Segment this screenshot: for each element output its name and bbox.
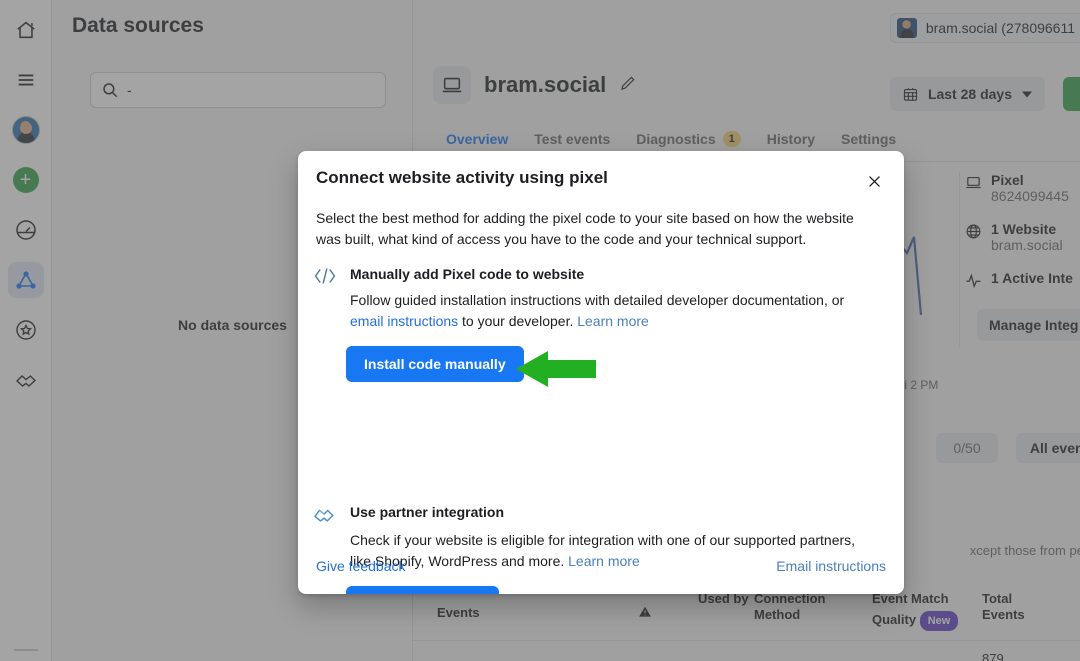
learn-more-link[interactable]: Learn more [577,313,649,329]
option-title: Manually add Pixel code to website [350,266,584,282]
option-header: Use partner integration [312,504,892,525]
dialog-title: Connect website activity using pixel [316,168,608,188]
option-manual-install: Manually add Pixel code to website Follo… [312,266,892,382]
email-instructions-footer-link[interactable]: Email instructions [776,558,886,574]
give-feedback-link[interactable]: Give feedback [316,558,406,574]
email-instructions-link[interactable]: email instructions [350,313,458,329]
option-description: Follow guided installation instructions … [350,290,878,332]
connect-website-activity-dialog: Connect website activity using pixel Sel… [298,151,904,594]
dialog-intro-text: Select the best method for adding the pi… [316,208,876,250]
close-icon[interactable] [858,165,890,197]
desc-part-2: to your developer. [458,313,577,329]
install-code-manually-button[interactable]: Install code manually [346,346,524,382]
app-root: + [0,0,1080,661]
option-title: Use partner integration [350,504,504,520]
desc-part-1: Follow guided installation instructions … [350,292,844,308]
dialog-footer: Give feedback Email instructions [298,538,904,594]
option-header: Manually add Pixel code to website [312,266,892,285]
code-icon [312,266,338,285]
green-pointer-arrow [514,350,596,393]
partner-handshake-icon [312,504,338,525]
